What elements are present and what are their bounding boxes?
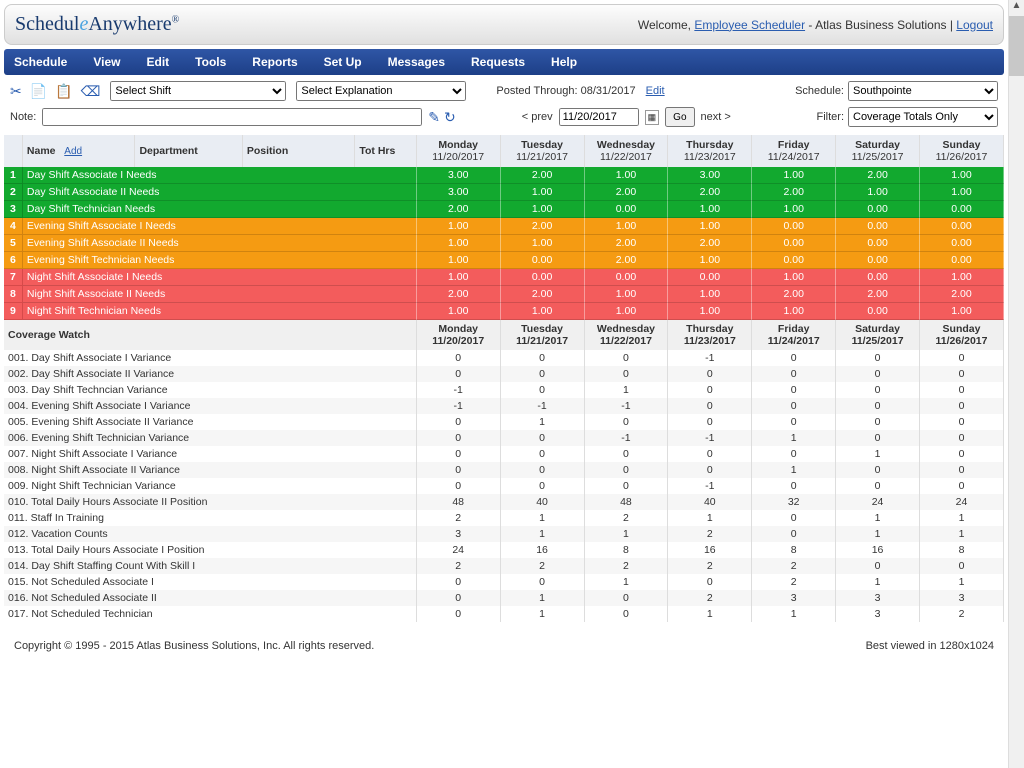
watch-row[interactable]: 011. Staff In Training2121011 [4,510,1004,526]
filter-picker: Filter: Coverage Totals Only [817,107,999,127]
note-refresh-icon[interactable]: ↻ [444,109,456,126]
toolbar-icons: ✂ 📄 📋 ⌫ [10,83,100,100]
menu-reports[interactable]: Reports [252,55,297,69]
coverage-watch-header: Coverage Watch Monday11/20/2017 Tuesday1… [4,320,1004,351]
posted-through-label: Posted Through: 08/31/2017 [496,85,635,97]
footer: Copyright © 1995 - 2015 Atlas Business S… [0,630,1008,662]
add-link[interactable]: Add [64,146,82,157]
needs-row[interactable]: 2Day Shift Associate II Needs3.001.002.0… [4,184,1004,201]
menu-tools[interactable]: Tools [195,55,226,69]
menu-view[interactable]: View [93,55,120,69]
menu-requests[interactable]: Requests [471,55,525,69]
watch-row[interactable]: 017. Not Scheduled Technician0101132 [4,606,1004,622]
cut-icon[interactable]: ✂ [10,83,22,100]
watch-row[interactable]: 009. Night Shift Technician Variance000-… [4,478,1004,494]
prev-link[interactable]: < prev [522,111,553,123]
watch-row[interactable]: 008. Night Shift Associate II Variance00… [4,462,1004,478]
watch-row[interactable]: 002. Day Shift Associate II Variance0000… [4,366,1004,382]
logout-link[interactable]: Logout [956,18,993,32]
title-bar: ScheduleAnywhere® Welcome, Employee Sche… [4,4,1004,45]
date-input[interactable] [559,108,639,126]
note-input[interactable] [42,108,422,126]
welcome-text: Welcome, Employee Scheduler - Atlas Busi… [638,18,993,32]
copyright: Copyright © 1995 - 2015 Atlas Business S… [14,640,374,652]
menu-help[interactable]: Help [551,55,577,69]
menu-messages[interactable]: Messages [388,55,445,69]
schedule-table: Name Add Department Position Tot Hrs Mon… [4,135,1004,622]
needs-row[interactable]: 3Day Shift Technician Needs2.001.000.001… [4,201,1004,218]
note-row: Note: ✎ ↻ < prev ▦ Go next > Filter: Cov… [0,107,1008,135]
paste-icon[interactable]: 📋 [55,83,72,100]
note-label: Note: [10,111,36,123]
watch-row[interactable]: 005. Evening Shift Associate II Variance… [4,414,1004,430]
needs-row[interactable]: 9Night Shift Technician Needs1.001.001.0… [4,303,1004,320]
watch-row[interactable]: 004. Evening Shift Associate I Variance-… [4,398,1004,414]
needs-row[interactable]: 6Evening Shift Technician Needs1.000.002… [4,252,1004,269]
watch-row[interactable]: 016. Not Scheduled Associate II0102333 [4,590,1004,606]
go-button[interactable]: Go [665,107,694,127]
needs-row[interactable]: 7Night Shift Associate I Needs1.000.000.… [4,269,1004,286]
eraser-icon[interactable]: ⌫ [81,83,101,100]
logo: ScheduleAnywhere® [15,13,179,36]
calendar-icon[interactable]: ▦ [645,110,660,125]
toolbar: ✂ 📄 📋 ⌫ Select Shift Select Explanation … [0,75,1008,107]
schedule-label: Schedule: [795,85,844,97]
best-viewed: Best viewed in 1280x1024 [866,640,994,652]
scroll-thumb[interactable] [1009,16,1024,76]
needs-row[interactable]: 1Day Shift Associate I Needs3.002.001.00… [4,167,1004,184]
menu-setup[interactable]: Set Up [324,55,362,69]
filter-label: Filter: [817,111,845,123]
main-menu: Schedule View Edit Tools Reports Set Up … [4,49,1004,75]
schedule-picker: Schedule: Southpointe [795,81,998,101]
needs-row[interactable]: 5Evening Shift Associate II Needs1.001.0… [4,235,1004,252]
explanation-select[interactable]: Select Explanation [296,81,466,101]
watch-row[interactable]: 003. Day Shift Techncian Variance-101000… [4,382,1004,398]
note-edit-icon[interactable]: ✎ [428,109,440,126]
needs-row[interactable]: 8Night Shift Associate II Needs2.002.001… [4,286,1004,303]
scroll-up-icon[interactable]: ▲ [1009,0,1024,16]
watch-row[interactable]: 007. Night Shift Associate I Variance000… [4,446,1004,462]
menu-schedule[interactable]: Schedule [14,55,67,69]
schedule-select[interactable]: Southpointe [848,81,998,101]
watch-row[interactable]: 015. Not Scheduled Associate I0010211 [4,574,1004,590]
posted-edit-link[interactable]: Edit [646,85,665,97]
user-link[interactable]: Employee Scheduler [694,18,805,32]
watch-row[interactable]: 012. Vacation Counts3112011 [4,526,1004,542]
watch-row[interactable]: 014. Day Shift Staffing Count With Skill… [4,558,1004,574]
watch-row[interactable]: 013. Total Daily Hours Associate I Posit… [4,542,1004,558]
filter-select[interactable]: Coverage Totals Only [848,107,998,127]
vertical-scrollbar[interactable]: ▲ [1008,0,1024,768]
watch-row[interactable]: 010. Total Daily Hours Associate II Posi… [4,494,1004,510]
shift-select[interactable]: Select Shift [110,81,286,101]
watch-row[interactable]: 006. Evening Shift Technician Variance00… [4,430,1004,446]
next-link[interactable]: next > [701,111,731,123]
date-nav: < prev ▦ Go next > [522,107,731,127]
menu-edit[interactable]: Edit [147,55,170,69]
header-row: Name Add Department Position Tot Hrs Mon… [4,135,1004,167]
watch-row[interactable]: 001. Day Shift Associate I Variance000-1… [4,350,1004,366]
copy-icon[interactable]: 📄 [30,83,47,100]
needs-row[interactable]: 4Evening Shift Associate I Needs1.002.00… [4,218,1004,235]
